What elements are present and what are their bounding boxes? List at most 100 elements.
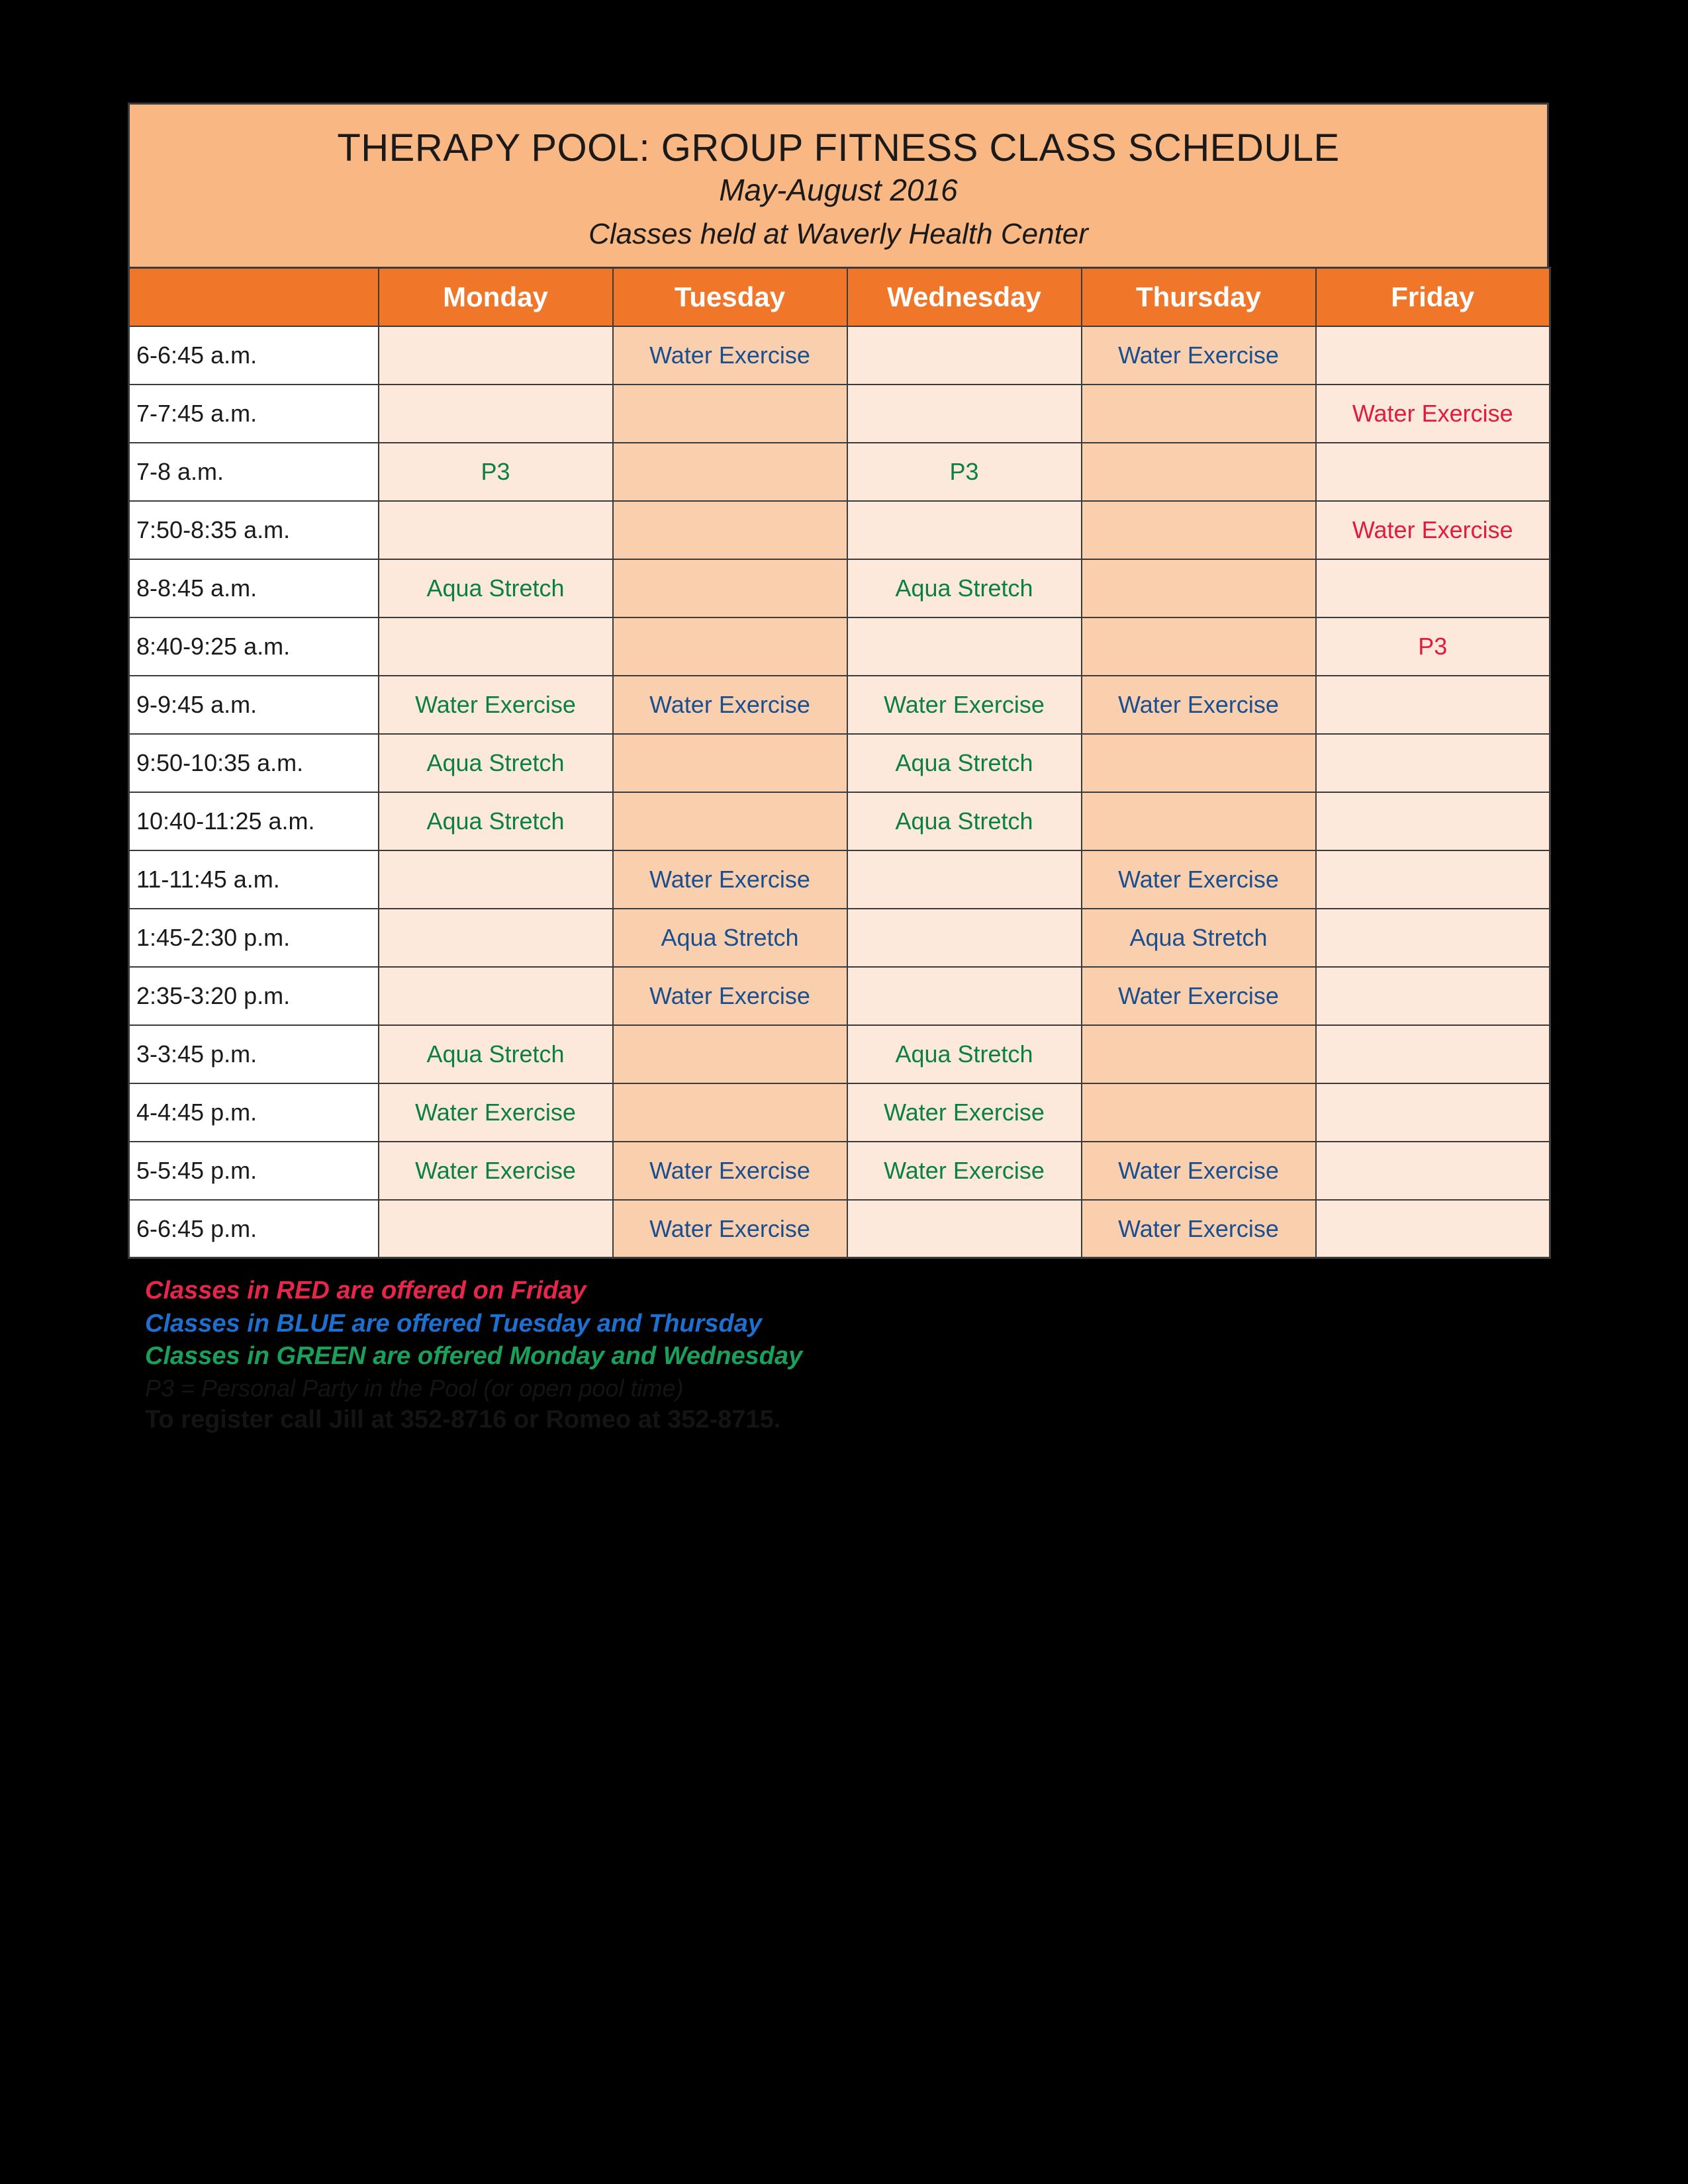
empty-cell	[846, 325, 1082, 385]
class-cell: P3	[377, 441, 614, 502]
empty-cell	[612, 1024, 848, 1084]
empty-cell	[612, 733, 848, 793]
empty-cell	[846, 966, 1082, 1026]
empty-cell	[846, 1199, 1082, 1259]
empty-cell	[1080, 1024, 1317, 1084]
empty-cell	[612, 441, 848, 502]
class-cell: Water Exercise	[1315, 383, 1551, 443]
class-cell: Aqua Stretch	[377, 1024, 614, 1084]
column-header-friday: Friday	[1315, 267, 1551, 327]
column-header-wednesday: Wednesday	[846, 267, 1082, 327]
table-row: 7-8 a.m. P3 P3	[128, 441, 1551, 502]
location-subtitle: Classes held at Waverly Health Center	[588, 218, 1088, 251]
time-slot-label: 10:40-11:25 a.m.	[128, 791, 379, 851]
class-cell: Water Exercise	[1315, 500, 1551, 560]
table-row: 2:35-3:20 p.m. Water Exercise Water Exerci…	[128, 966, 1551, 1026]
empty-cell	[612, 558, 848, 618]
class-cell: Aqua Stretch	[377, 791, 614, 851]
column-header-thursday: Thursday	[1080, 267, 1317, 327]
legend-register-line: To register call Jill at 352-8716 or Rom…	[145, 1406, 781, 1434]
table-header: Monday Tuesday Wednesday Thursday Friday	[128, 267, 1551, 327]
column-header-tuesday: Tuesday	[612, 267, 848, 327]
legend-p3-line: P3 = Personal Party in the Pool (or open…	[145, 1374, 684, 1402]
table-row: 6-6:45 a.m. Water Exercise Water Exercise	[128, 325, 1551, 385]
empty-cell	[1315, 1082, 1551, 1142]
class-cell: Water Exercise	[1080, 849, 1317, 909]
empty-cell	[377, 383, 614, 443]
class-cell: Water Exercise	[846, 674, 1082, 735]
empty-cell	[612, 616, 848, 676]
class-cell: Water Exercise	[846, 1082, 1082, 1142]
time-slot-label: 6-6:45 p.m.	[128, 1199, 379, 1259]
table-row: 3-3:45 p.m. Aqua Stretch Aqua Stretch	[128, 1024, 1551, 1084]
class-cell: Water Exercise	[1080, 1140, 1317, 1201]
time-slot-label: 9-9:45 a.m.	[128, 674, 379, 735]
empty-cell	[377, 616, 614, 676]
empty-cell	[612, 791, 848, 851]
empty-cell	[1315, 325, 1551, 385]
class-cell: Aqua Stretch	[846, 1024, 1082, 1084]
empty-cell	[846, 849, 1082, 909]
class-cell: Aqua Stretch	[846, 558, 1082, 618]
empty-cell	[1080, 500, 1317, 560]
empty-cell	[1080, 383, 1317, 443]
class-cell: Water Exercise	[612, 1199, 848, 1259]
table-row: 7-7:45 a.m. Water Exercise	[128, 383, 1551, 443]
column-header-monday: Monday	[377, 267, 614, 327]
class-cell: Water Exercise	[612, 674, 848, 735]
table-body: 6-6:45 a.m. Water Exercise Water Exercise 7…	[128, 325, 1551, 1259]
table-row: 4-4:45 p.m. Water Exercise Water Exercise	[128, 1082, 1551, 1142]
class-cell: P3	[846, 441, 1082, 502]
legend-block: Classes in RED are offered on Friday Cla…	[128, 1275, 1549, 1436]
empty-cell	[612, 500, 848, 560]
class-cell: Water Exercise	[1080, 1199, 1317, 1259]
class-cell: Water Exercise	[846, 1140, 1082, 1201]
empty-cell	[1315, 674, 1551, 735]
legend-red-line: Classes in RED are offered on Friday	[145, 1277, 586, 1305]
time-slot-label: 11-11:45 a.m.	[128, 849, 379, 909]
table-row: 9:50-10:35 a.m. Aqua Stretch Aqua Stretch	[128, 733, 1551, 793]
class-cell: Water Exercise	[612, 325, 848, 385]
empty-cell	[377, 500, 614, 560]
empty-cell	[1315, 733, 1551, 793]
time-slot-label: 6-6:45 a.m.	[128, 325, 379, 385]
time-slot-label: 8:40-9:25 a.m.	[128, 616, 379, 676]
legend-green-line: Classes in GREEN are offered Monday and …	[145, 1342, 803, 1371]
class-cell: P3	[1315, 616, 1551, 676]
table-row: 7:50-8:35 a.m. Water Exercise	[128, 500, 1551, 560]
class-cell: Water Exercise	[1080, 966, 1317, 1026]
empty-cell	[612, 1082, 848, 1142]
empty-cell	[1315, 1140, 1551, 1201]
time-slot-label: 2:35-3:20 p.m.	[128, 966, 379, 1026]
empty-cell	[846, 383, 1082, 443]
empty-cell	[1080, 441, 1317, 502]
page-title: THERAPY POOL: GROUP FITNESS CLASS SCHEDU…	[337, 126, 1340, 169]
table-row: 5-5:45 p.m. Water Exercise Water Exercise W…	[128, 1140, 1551, 1201]
empty-cell	[1080, 733, 1317, 793]
empty-cell	[377, 849, 614, 909]
class-cell: Aqua Stretch	[846, 791, 1082, 851]
class-cell: Aqua Stretch	[612, 907, 848, 968]
header-row: Monday Tuesday Wednesday Thursday Friday	[128, 267, 1551, 327]
table-row: 8:40-9:25 a.m. P3	[128, 616, 1551, 676]
class-cell: Water Exercise	[612, 849, 848, 909]
time-slot-label: 8-8:45 a.m.	[128, 558, 379, 618]
class-cell: Water Exercise	[1080, 325, 1317, 385]
class-cell: Aqua Stretch	[377, 558, 614, 618]
time-slot-label: 5-5:45 p.m.	[128, 1140, 379, 1201]
empty-cell	[1315, 558, 1551, 618]
class-cell: Water Exercise	[377, 674, 614, 735]
table-row: 6-6:45 p.m. Water Exercise Water Exercise	[128, 1199, 1551, 1259]
table-row: 9-9:45 a.m. Water Exercise Water Exercise W…	[128, 674, 1551, 735]
schedule-sheet: THERAPY POOL: GROUP FITNESS CLASS SCHEDU…	[128, 103, 1551, 1437]
time-slot-label: 3-3:45 p.m.	[128, 1024, 379, 1084]
class-cell: Aqua Stretch	[1080, 907, 1317, 968]
empty-cell	[846, 907, 1082, 968]
title-banner: THERAPY POOL: GROUP FITNESS CLASS SCHEDU…	[128, 103, 1549, 267]
empty-cell	[1080, 791, 1317, 851]
empty-cell	[1315, 791, 1551, 851]
empty-cell	[1315, 1199, 1551, 1259]
empty-cell	[377, 907, 614, 968]
class-cell: Aqua Stretch	[846, 733, 1082, 793]
table-row: 11-11:45 a.m. Water Exercise Water Exercis…	[128, 849, 1551, 909]
